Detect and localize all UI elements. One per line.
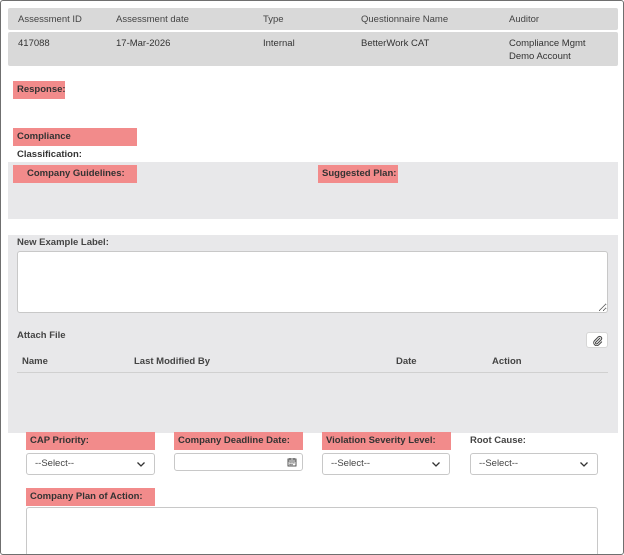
col-assessment-date: Assessment date (116, 14, 189, 25)
paperclip-icon (592, 335, 602, 346)
root-cause-select[interactable]: --Select-- (470, 453, 598, 475)
root-cause-label: Root Cause: (470, 435, 526, 446)
new-example-label: New Example Label: (17, 237, 109, 248)
col-questionnaire-name: Questionnaire Name (361, 14, 449, 25)
auditor-value: Compliance Mgmt Demo Account (509, 37, 586, 63)
violation-severity-level-label: Violation Severity Level: (322, 432, 451, 450)
company-deadline-date-input[interactable] (174, 453, 303, 471)
attachments-col-date: Date (396, 356, 417, 367)
violation-severity-level-value: --Select-- (331, 458, 371, 469)
response-label: Response: (13, 81, 66, 99)
auditor-line-2: Demo Account (509, 51, 571, 62)
company-plan-of-action-label: Company Plan of Action: (26, 488, 155, 506)
chevron-down-icon (137, 462, 145, 467)
col-assessment-id: Assessment ID (18, 14, 82, 25)
type-value: Internal (263, 38, 295, 49)
attach-file-label: Attach File (17, 330, 66, 341)
root-cause-value: --Select-- (479, 458, 519, 469)
assessment-form: Assessment ID Assessment date Type Quest… (0, 0, 624, 555)
new-example-textarea[interactable] (17, 251, 608, 313)
company-guidelines-label: Company Guidelines: (13, 165, 137, 183)
attachments-col-name: Name (22, 356, 48, 367)
assessment-header-row: Assessment ID Assessment date Type Quest… (8, 8, 618, 30)
chevron-down-icon (580, 462, 588, 467)
chevron-down-icon (432, 462, 440, 467)
attachments-col-last-modified-by: Last Modified By (134, 356, 211, 367)
violation-severity-level-select[interactable]: --Select-- (322, 453, 450, 475)
auditor-line-1: Compliance Mgmt (509, 38, 586, 49)
company-deadline-date-label: Company Deadline Date: (174, 432, 303, 450)
calendar-icon[interactable] (287, 457, 297, 467)
attachments-col-action: Action (492, 356, 522, 367)
attach-file-button[interactable] (586, 332, 608, 348)
attachments-header-divider (17, 372, 608, 373)
cap-priority-select[interactable]: --Select-- (26, 453, 155, 475)
suggested-plan-label: Suggested Plan: (318, 165, 398, 183)
questionnaire-name-value: BetterWork CAT (361, 38, 430, 49)
assessment-id-value: 417088 (18, 38, 50, 49)
cap-priority-value: --Select-- (35, 458, 75, 469)
company-plan-of-action-textarea[interactable] (26, 507, 598, 554)
col-type: Type (263, 14, 284, 25)
col-auditor: Auditor (509, 14, 540, 25)
assessment-date-value: 17-Mar-2026 (116, 38, 171, 49)
assessment-values-row: 417088 17-Mar-2026 Internal BetterWork C… (8, 32, 618, 66)
cap-priority-label: CAP Priority: (26, 432, 155, 450)
compliance-classification-label: Compliance Classification: (13, 128, 137, 160)
